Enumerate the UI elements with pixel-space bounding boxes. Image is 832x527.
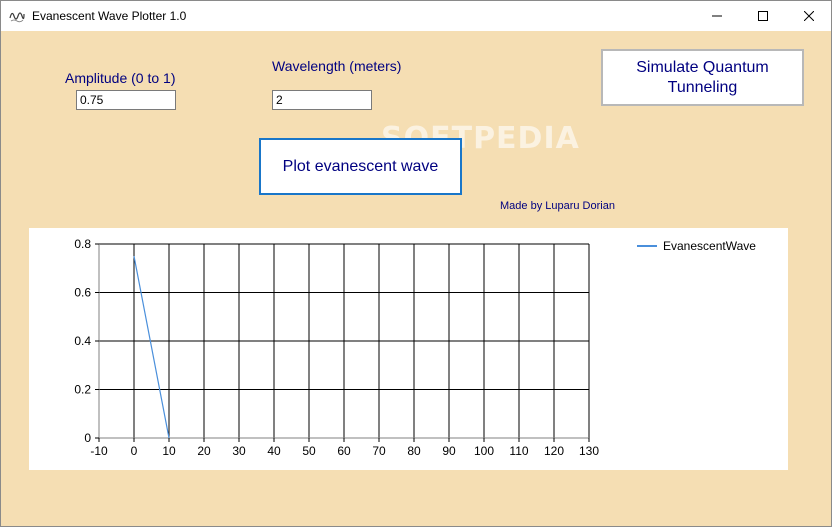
y-tick-label: 0.6 bbox=[74, 286, 91, 300]
y-tick-label: 0.2 bbox=[74, 383, 91, 397]
x-tick-label: 20 bbox=[197, 444, 211, 458]
y-tick-label: 0 bbox=[84, 431, 91, 445]
wave-app-icon bbox=[9, 12, 25, 23]
window-title: Evanescent Wave Plotter 1.0 bbox=[32, 9, 187, 23]
wavelength-input[interactable] bbox=[272, 90, 372, 110]
series-line-evanescentwave bbox=[133, 256, 170, 439]
x-tick-label: 50 bbox=[302, 444, 316, 458]
minimize-icon bbox=[712, 15, 722, 17]
legend-entry: EvanescentWave bbox=[663, 239, 756, 253]
x-tick-label: 0 bbox=[131, 444, 138, 458]
y-tick-label: 0.4 bbox=[74, 334, 91, 348]
x-tick-label: 130 bbox=[579, 444, 599, 458]
simulate-button-line2: Tunneling bbox=[667, 78, 738, 96]
close-icon bbox=[804, 11, 814, 21]
amplitude-input[interactable] bbox=[76, 90, 176, 110]
x-tick-label: 30 bbox=[232, 444, 246, 458]
maximize-icon bbox=[758, 11, 768, 21]
x-tick-label: 40 bbox=[267, 444, 281, 458]
simulate-button-line1: Simulate Quantum bbox=[636, 58, 769, 76]
simulate-quantum-tunneling-button[interactable]: Simulate Quantum Tunneling bbox=[601, 49, 804, 106]
evanescent-wave-chart: -10 0 10 20 30 40 50 60 70 80 90 100 110 120 13000.20.… bbox=[74, 237, 756, 458]
amplitude-label: Amplitude (0 to 1) bbox=[65, 70, 176, 86]
x-tick-label: 90 bbox=[442, 444, 456, 458]
plot-evanescent-wave-button[interactable]: Plot evanescent wave bbox=[259, 138, 462, 195]
maximize-button[interactable] bbox=[740, 1, 786, 31]
x-tick-label: 80 bbox=[407, 444, 421, 458]
x-tick-label: 10 bbox=[162, 444, 176, 458]
x-tick-label: 110 bbox=[509, 444, 528, 458]
minimize-button[interactable] bbox=[694, 1, 740, 31]
x-tick-label: 100 bbox=[474, 444, 494, 458]
x-tick-label: 120 bbox=[544, 444, 564, 458]
x-tick-label: 60 bbox=[337, 444, 351, 458]
title-bar[interactable]: Evanescent Wave Plotter 1.0 bbox=[1, 1, 831, 31]
y-tick-label: 0.8 bbox=[74, 237, 91, 251]
x-tick-label: -10 bbox=[90, 444, 108, 458]
close-button[interactable] bbox=[786, 1, 831, 31]
chart-panel: -10 0 10 20 30 40 50 60 70 80 90 100 110 120 130 0 0.2 0.… bbox=[29, 228, 788, 470]
credit-label: Made by Luparu Dorian bbox=[500, 200, 615, 212]
x-tick-label: 70 bbox=[372, 444, 386, 458]
app-window: Evanescent Wave Plotter 1.0 Amplitude (0… bbox=[0, 0, 832, 527]
wavelength-label: Wavelength (meters) bbox=[272, 58, 402, 74]
